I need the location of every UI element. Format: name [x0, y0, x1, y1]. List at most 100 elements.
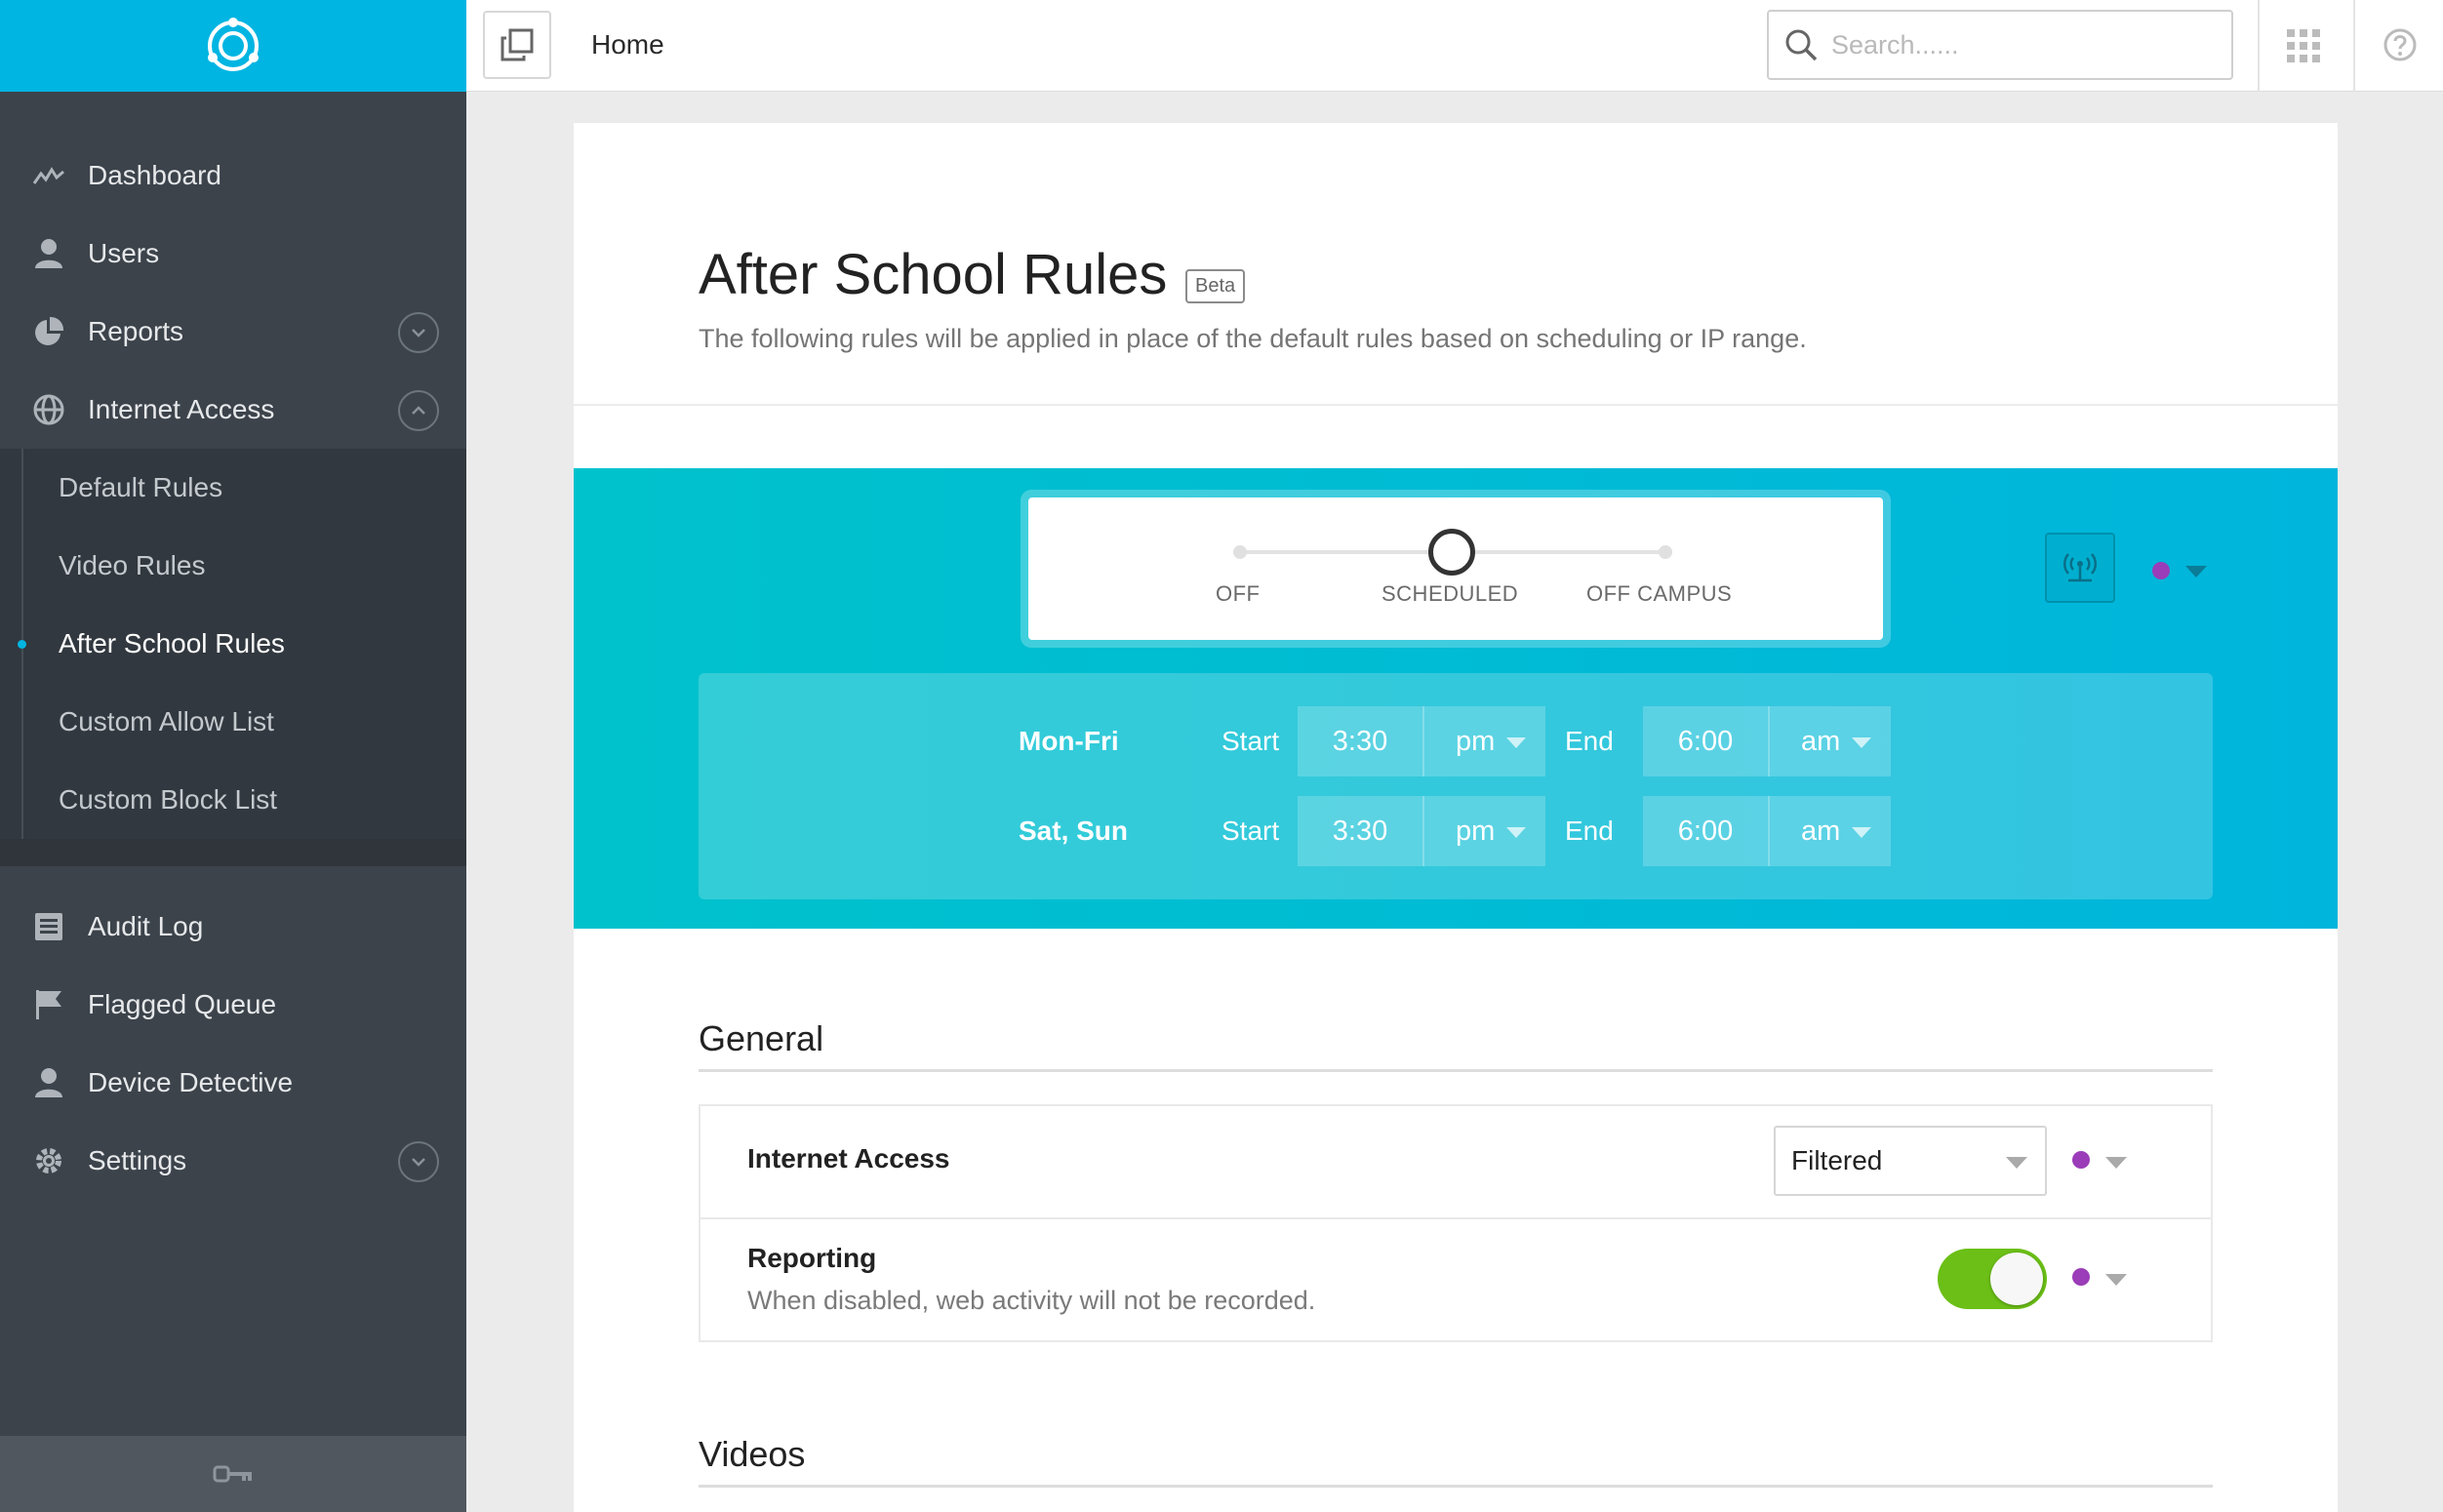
setting-label: Internet Access	[747, 1143, 950, 1174]
activity-icon	[31, 158, 66, 193]
gear-icon	[31, 1143, 66, 1178]
nav-divider	[0, 839, 466, 866]
nav-label: Audit Log	[88, 911, 204, 941]
reporting-toggle[interactable]	[1938, 1249, 2047, 1309]
nav-item-device-detective[interactable]: Device Detective	[0, 1044, 466, 1122]
nav-item-settings[interactable]: Settings	[0, 1122, 466, 1200]
end-ampm-value: am	[1801, 725, 1841, 757]
search-box[interactable]	[1767, 10, 2233, 80]
mode-label-off[interactable]: OFF	[1216, 581, 1261, 607]
end-label: End	[1565, 726, 1614, 756]
end-time[interactable]: 6:00	[1643, 706, 1768, 776]
sidebar-item-custom-allow-list[interactable]: Custom Allow List	[0, 683, 466, 761]
search-input[interactable]	[1831, 29, 2202, 60]
nav-label: Settings	[88, 1145, 187, 1175]
mode-label-off-campus[interactable]: OFF CAMPUS	[1586, 581, 1732, 607]
caret-down-icon	[1506, 827, 1526, 838]
nav-label: Dashboard	[88, 160, 221, 190]
pie-chart-icon	[31, 314, 66, 349]
caret-down-icon[interactable]	[2105, 1157, 2127, 1169]
copy-button[interactable]	[483, 11, 551, 79]
mode-stop-off[interactable]	[1233, 545, 1247, 559]
section-title-videos: Videos	[699, 1434, 806, 1474]
list-icon	[31, 909, 66, 944]
schedule-table: Mon-Fri Start 3:30 pm End 6:00 am Sat, S…	[699, 673, 2213, 899]
nav-label: Reports	[88, 316, 184, 346]
start-ampm-value: pm	[1456, 815, 1496, 847]
sidebar: Dashboard Users Reports Internet Access	[0, 0, 466, 1512]
select-value: Filtered	[1791, 1145, 1883, 1175]
nav-item-audit-log[interactable]: Audit Log	[0, 888, 466, 966]
end-ampm-select[interactable]: am	[1768, 796, 1891, 866]
caret-down-icon	[1852, 827, 1871, 838]
nav-item-internet-access[interactable]: Internet Access	[0, 371, 466, 449]
breadcrumb[interactable]: Home	[591, 29, 664, 60]
caret-down-icon	[2006, 1157, 2027, 1169]
divider	[2258, 0, 2260, 92]
schedule-days: Mon-Fri	[1019, 726, 1119, 756]
beta-badge: Beta	[1185, 269, 1246, 303]
network-button[interactable]	[2045, 533, 2115, 603]
nav-label: Internet Access	[88, 394, 275, 424]
sidebar-item-after-school-rules[interactable]: After School Rules	[0, 605, 466, 683]
sidebar-item-default-rules[interactable]: Default Rules	[0, 449, 466, 527]
globe-icon	[31, 392, 66, 427]
setting-row-reporting: Reporting When disabled, web activity wi…	[701, 1217, 2211, 1340]
app-logo-icon	[208, 18, 259, 71]
mode-label-scheduled[interactable]: SCHEDULED	[1382, 581, 1518, 607]
nav-item-flagged-queue[interactable]: Flagged Queue	[0, 966, 466, 1044]
key-icon	[213, 1465, 252, 1483]
apps-grid-icon[interactable]	[2285, 27, 2322, 64]
logo-bar[interactable]	[0, 0, 466, 92]
start-ampm-select[interactable]: pm	[1422, 706, 1545, 776]
setting-description: When disabled, web activity will not be …	[747, 1286, 1316, 1315]
chevron-down-icon[interactable]	[398, 1141, 439, 1182]
divider	[2353, 0, 2355, 92]
mode-stop-off-campus[interactable]	[1659, 545, 1672, 559]
internet-access-subnav: Default Rules Video Rules After School R…	[0, 449, 466, 839]
main-card: After School Rules Beta The following ru…	[574, 123, 2338, 1512]
caret-down-icon	[1506, 737, 1526, 748]
policy-dot	[2072, 1151, 2090, 1169]
user-icon	[31, 236, 66, 271]
chevron-down-icon[interactable]	[398, 312, 439, 353]
schedule-panel: OFF SCHEDULED OFF CAMPUS Mon-Fri Start 3…	[574, 468, 2338, 929]
user-icon	[31, 1065, 66, 1100]
start-ampm-select[interactable]: pm	[1422, 796, 1545, 866]
toggle-thumb	[1990, 1253, 2043, 1305]
section-divider	[699, 1069, 2213, 1072]
nav-label: Flagged Queue	[88, 989, 277, 1019]
sub-label: Default Rules	[59, 472, 223, 502]
flag-icon	[31, 987, 66, 1022]
nav-item-users[interactable]: Users	[0, 215, 466, 293]
schedule-row: Mon-Fri Start 3:30 pm End 6:00 am	[699, 706, 2213, 776]
end-label: End	[1565, 816, 1614, 846]
caret-down-icon[interactable]	[2185, 566, 2207, 577]
chevron-up-icon[interactable]	[398, 390, 439, 431]
caret-down-icon[interactable]	[2105, 1274, 2127, 1286]
nav-item-dashboard[interactable]: Dashboard	[0, 137, 466, 215]
internet-access-select[interactable]: Filtered	[1774, 1126, 2047, 1196]
start-time[interactable]: 3:30	[1298, 706, 1422, 776]
sidebar-item-video-rules[interactable]: Video Rules	[0, 527, 466, 605]
nav-label: Users	[88, 238, 160, 268]
start-label: Start	[1222, 726, 1280, 756]
mode-slider-handle[interactable]	[1428, 529, 1475, 576]
policy-dot	[2072, 1268, 2090, 1286]
help-icon[interactable]	[2383, 27, 2418, 62]
divider	[574, 404, 2338, 406]
end-time[interactable]: 6:00	[1643, 796, 1768, 866]
nav-label: Device Detective	[88, 1067, 294, 1097]
setting-row-internet-access: Internet Access Filtered	[701, 1106, 2211, 1217]
sidebar-item-custom-block-list[interactable]: Custom Block List	[0, 761, 466, 839]
schedule-row: Sat, Sun Start 3:30 pm End 6:00 am	[699, 796, 2213, 866]
nav-item-reports[interactable]: Reports	[0, 293, 466, 371]
start-time[interactable]: 3:30	[1298, 796, 1422, 866]
page-title: After School Rules	[699, 243, 1168, 306]
sidebar-footer[interactable]	[0, 1436, 466, 1512]
search-icon	[1785, 29, 1818, 61]
top-bar: Home	[466, 0, 2443, 92]
end-ampm-select[interactable]: am	[1768, 706, 1891, 776]
mode-selector: OFF SCHEDULED OFF CAMPUS	[1028, 497, 1883, 640]
section-divider	[699, 1485, 2213, 1488]
